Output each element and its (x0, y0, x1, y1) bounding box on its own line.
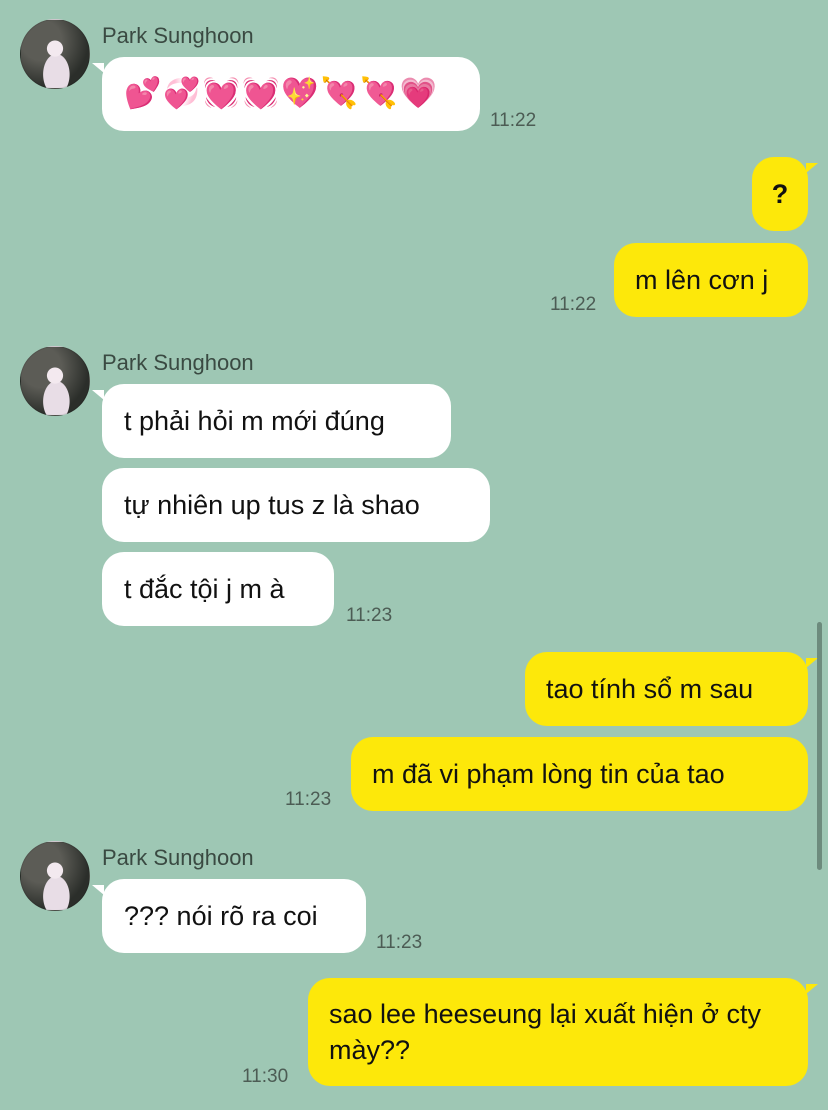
scrollbar[interactable] (817, 622, 822, 870)
message-bubble-incoming[interactable]: t phải hỏi m mới đúng (92, 384, 451, 458)
sender-name: Park Sunghoon (102, 350, 254, 375)
message-text: 💕💞💓💓💖💘💘💗 (124, 76, 439, 111)
contact-avatar[interactable] (20, 19, 90, 89)
message-bubble-incoming[interactable]: ??? nói rõ ra coi (92, 879, 366, 953)
contact-avatar[interactable] (20, 346, 90, 416)
message-text: tao tính sổ m sau (546, 674, 754, 704)
message-bubble-outgoing[interactable]: m lên cơn j (614, 243, 808, 317)
message-time: 11:22 (490, 110, 537, 131)
message-time: 11:23 (346, 605, 393, 626)
message-bubble-outgoing[interactable]: m đã vi phạm lòng tin của tao (351, 737, 808, 811)
message-text: ? (771, 179, 789, 209)
message-time: 11:23 (285, 789, 332, 810)
message-text: m lên cơn j (635, 265, 769, 295)
message-bubble-outgoing[interactable]: tao tính sổ m sau (525, 652, 818, 726)
message-text: tự nhiên up tus z là shao (124, 490, 420, 520)
message-time: 11:23 (376, 932, 423, 953)
message-text: sao lee heeseung lại xuất hiện ở cty mày… (329, 999, 761, 1065)
message-bubble-incoming[interactable]: 💕💞💓💓💖💘💘💗 (92, 57, 480, 131)
message-text: t phải hỏi m mới đúng (124, 406, 385, 436)
sender-name: Park Sunghoon (102, 845, 254, 870)
message-bubble-incoming[interactable]: t đắc tội j m à (102, 552, 334, 626)
message-bubble-outgoing[interactable]: sao lee heeseung lại xuất hiện ở cty mày… (308, 978, 818, 1086)
sender-name: Park Sunghoon (102, 23, 254, 48)
message-bubble-incoming[interactable]: tự nhiên up tus z là shao (102, 468, 490, 542)
contact-avatar[interactable] (20, 841, 90, 911)
message-time: 11:30 (242, 1066, 289, 1087)
message-text: ??? nói rõ ra coi (124, 901, 318, 931)
message-text: t đắc tội j m à (124, 574, 285, 604)
message-bubble-outgoing[interactable]: ? (752, 157, 818, 231)
message-text: m đã vi phạm lòng tin của tao (372, 759, 725, 789)
message-time: 11:22 (550, 294, 597, 315)
